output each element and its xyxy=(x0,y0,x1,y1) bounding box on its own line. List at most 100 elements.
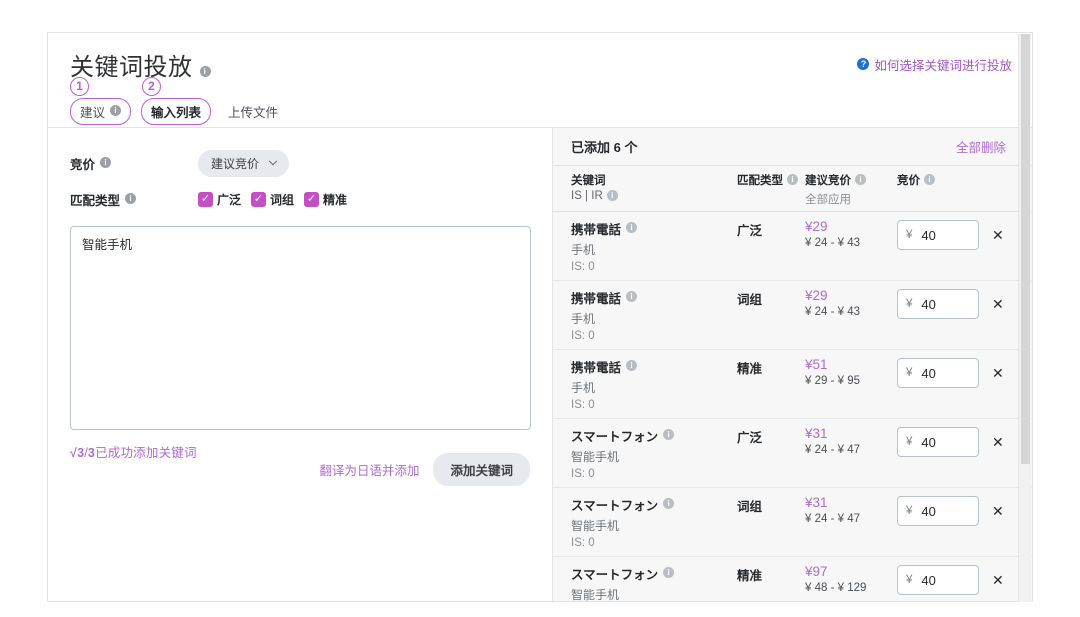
row-bid-cell: ¥ 40 ✕ xyxy=(897,219,1006,250)
row-translation: 智能手机 xyxy=(571,450,620,464)
row-keyword-cell: 携帯電話 i 手机 IS: 0 xyxy=(571,288,737,342)
checkbox-broad[interactable]: ✓ 广泛 xyxy=(198,191,241,208)
row-suggested-bid-cell: ¥29 ¥ 24 - ¥ 43 xyxy=(805,288,897,318)
help-link[interactable]: ? 如何选择关键词进行投放 xyxy=(857,55,1012,74)
row-keyword-text: 携帯電話 xyxy=(571,361,622,375)
info-icon[interactable]: i xyxy=(626,222,638,233)
info-icon[interactable]: i xyxy=(606,189,618,201)
row-keyword: スマートフォン i xyxy=(571,564,737,583)
tab-suggestions[interactable]: 建议 i xyxy=(70,97,132,125)
row-keyword-text: スマートフォン xyxy=(571,568,659,582)
bid-input[interactable]: ¥ 40 xyxy=(897,496,979,526)
info-icon[interactable]: i xyxy=(125,193,137,204)
info-icon[interactable]: i xyxy=(199,65,211,77)
body-split: 竞价 i 建议竞价 匹配类型 i ✓ 广泛 ✓ 词组 ✓ 精准 智能手机 √3/… xyxy=(48,128,1032,601)
annotation-marker-2: 2 xyxy=(142,77,161,96)
delete-all-button[interactable]: 全部删除 xyxy=(956,137,1006,156)
row-bid-cell: ¥ 40 ✕ xyxy=(897,495,1006,526)
row-match-type: 词组 xyxy=(737,293,763,307)
row-match-type: 精准 xyxy=(737,362,763,376)
checkmark-icon: ✓ xyxy=(251,192,267,207)
scrollbar-thumb[interactable] xyxy=(1021,34,1030,464)
tab-enter-list-label: 输入列表 xyxy=(151,105,202,120)
row-keyword: スマートフォン i xyxy=(571,495,737,514)
checkbox-exact[interactable]: ✓ 精准 xyxy=(304,191,347,208)
chevron-down-icon xyxy=(268,156,278,165)
bid-label-text: 竞价 xyxy=(70,158,96,172)
tab-enter-list[interactable]: 输入列表 xyxy=(141,97,212,125)
checkbox-phrase[interactable]: ✓ 词组 xyxy=(251,191,294,208)
info-icon[interactable]: i xyxy=(924,173,935,185)
page-title: 关键词投放 i xyxy=(70,47,211,82)
apply-all-link[interactable]: 全部应用 xyxy=(805,191,897,207)
bid-value: 40 xyxy=(921,227,936,243)
column-header-suggested-bid-label: 建议竞价 xyxy=(805,175,851,187)
row-bid-range: ¥ 24 - ¥ 47 xyxy=(805,444,860,456)
info-icon[interactable]: i xyxy=(626,360,638,371)
column-header-is-ir: IS | IR i xyxy=(571,189,737,202)
success-suffix: 已成功添加关键词 xyxy=(95,446,197,460)
close-icon[interactable]: ✕ xyxy=(992,573,1004,587)
tab-upload-file-label: 上传文件 xyxy=(228,105,279,120)
close-icon[interactable]: ✕ xyxy=(992,228,1004,242)
success-total: 3 xyxy=(87,446,96,460)
bid-value: 40 xyxy=(921,572,936,588)
bid-input[interactable]: ¥ 40 xyxy=(897,358,979,388)
bid-input[interactable]: ¥ 40 xyxy=(897,289,979,319)
keyword-targeting-card: 关键词投放 i ? 如何选择关键词进行投放 1 2 建议 i 输入列表 上传文件 xyxy=(47,32,1033,602)
info-icon[interactable]: i xyxy=(100,157,112,168)
bid-label: 竞价 i xyxy=(70,154,198,173)
left-action-bar: 翻译为日语并添加 添加关键词 xyxy=(319,453,530,486)
row-bid-cell: ¥ 40 ✕ xyxy=(897,564,1006,595)
row-bid-cell: ¥ 40 ✕ xyxy=(897,357,1006,388)
match-type-checkbox-group: ✓ 广泛 ✓ 词组 ✓ 精准 xyxy=(198,191,347,208)
keyword-rows-container: 携帯電話 i 手机 IS: 0 广泛 ¥29 ¥ 24 - ¥ 43 ¥ 40 … xyxy=(553,212,1032,601)
row-keyword-cell: 携帯電話 i 手机 IS: 0 xyxy=(571,357,737,411)
keyword-input-textarea[interactable] xyxy=(70,226,531,430)
info-icon[interactable]: i xyxy=(855,173,866,185)
close-icon[interactable]: ✕ xyxy=(992,504,1004,518)
row-bid-range: ¥ 29 - ¥ 95 xyxy=(805,375,860,387)
tab-upload-file[interactable]: 上传文件 xyxy=(219,99,287,124)
table-row: 携帯電話 i 手机 IS: 0 词组 ¥29 ¥ 24 - ¥ 43 ¥ 40 … xyxy=(553,281,1032,350)
info-icon[interactable]: i xyxy=(663,429,675,440)
row-keyword-cell: スマートフォン i 智能手机 IS: 0 xyxy=(571,426,737,480)
table-row: スマートフォン i 智能手机 IS: 0 广泛 ¥31 ¥ 24 - ¥ 47 xyxy=(553,419,1032,488)
row-match-type: 精准 xyxy=(737,569,763,583)
column-header-match-type-label: 匹配类型 xyxy=(737,175,783,187)
page-title-text: 关键词投放 xyxy=(70,53,193,81)
row-translation: 手机 xyxy=(571,381,596,395)
row-bid-range: ¥ 24 - ¥ 43 xyxy=(805,237,860,249)
row-impression-share: IS: 0 xyxy=(571,468,595,480)
bid-input[interactable]: ¥ 40 xyxy=(897,565,979,595)
info-icon[interactable]: i xyxy=(787,173,798,185)
checkbox-broad-label: 广泛 xyxy=(217,193,242,207)
info-icon[interactable]: i xyxy=(663,498,675,509)
bid-value: 40 xyxy=(921,296,936,312)
row-suggested-bid: ¥29 xyxy=(805,288,828,303)
add-keywords-button[interactable]: 添加关键词 xyxy=(433,453,530,486)
bid-input[interactable]: ¥ 40 xyxy=(897,220,979,250)
match-type-row: 匹配类型 i ✓ 广泛 ✓ 词组 ✓ 精准 xyxy=(70,190,530,209)
currency-symbol: ¥ xyxy=(906,367,913,379)
info-icon[interactable]: i xyxy=(110,104,122,116)
row-impression-share: IS: 0 xyxy=(571,399,595,411)
table-row: スマートフォン i 智能手机 IS: 0 精准 ¥97 ¥ 48 - ¥ 129 xyxy=(553,557,1032,601)
match-type-label: 匹配类型 i xyxy=(70,190,198,209)
translate-and-add-link[interactable]: 翻译为日语并添加 xyxy=(319,460,419,479)
checkbox-exact-label: 精准 xyxy=(323,193,348,207)
close-icon[interactable]: ✕ xyxy=(992,435,1004,449)
table-header: 关键词 IS | IR i 匹配类型 i 建议竞价 i 全部应用 竞价 i xyxy=(553,166,1032,212)
bid-input[interactable]: ¥ 40 xyxy=(897,427,979,457)
added-summary-bar: 已添加 6 个 全部删除 xyxy=(553,128,1032,166)
vertical-scrollbar[interactable] xyxy=(1018,34,1031,602)
close-icon[interactable]: ✕ xyxy=(992,297,1004,311)
row-translation: 手机 xyxy=(571,312,596,326)
row-keyword-text: スマートフォン xyxy=(571,430,659,444)
match-type-label-text: 匹配类型 xyxy=(70,194,121,208)
info-icon[interactable]: i xyxy=(626,291,638,302)
bid-type-value: 建议竞价 xyxy=(211,157,260,171)
info-icon[interactable]: i xyxy=(663,567,675,578)
close-icon[interactable]: ✕ xyxy=(992,366,1004,380)
bid-type-select[interactable]: 建议竞价 xyxy=(198,150,290,177)
